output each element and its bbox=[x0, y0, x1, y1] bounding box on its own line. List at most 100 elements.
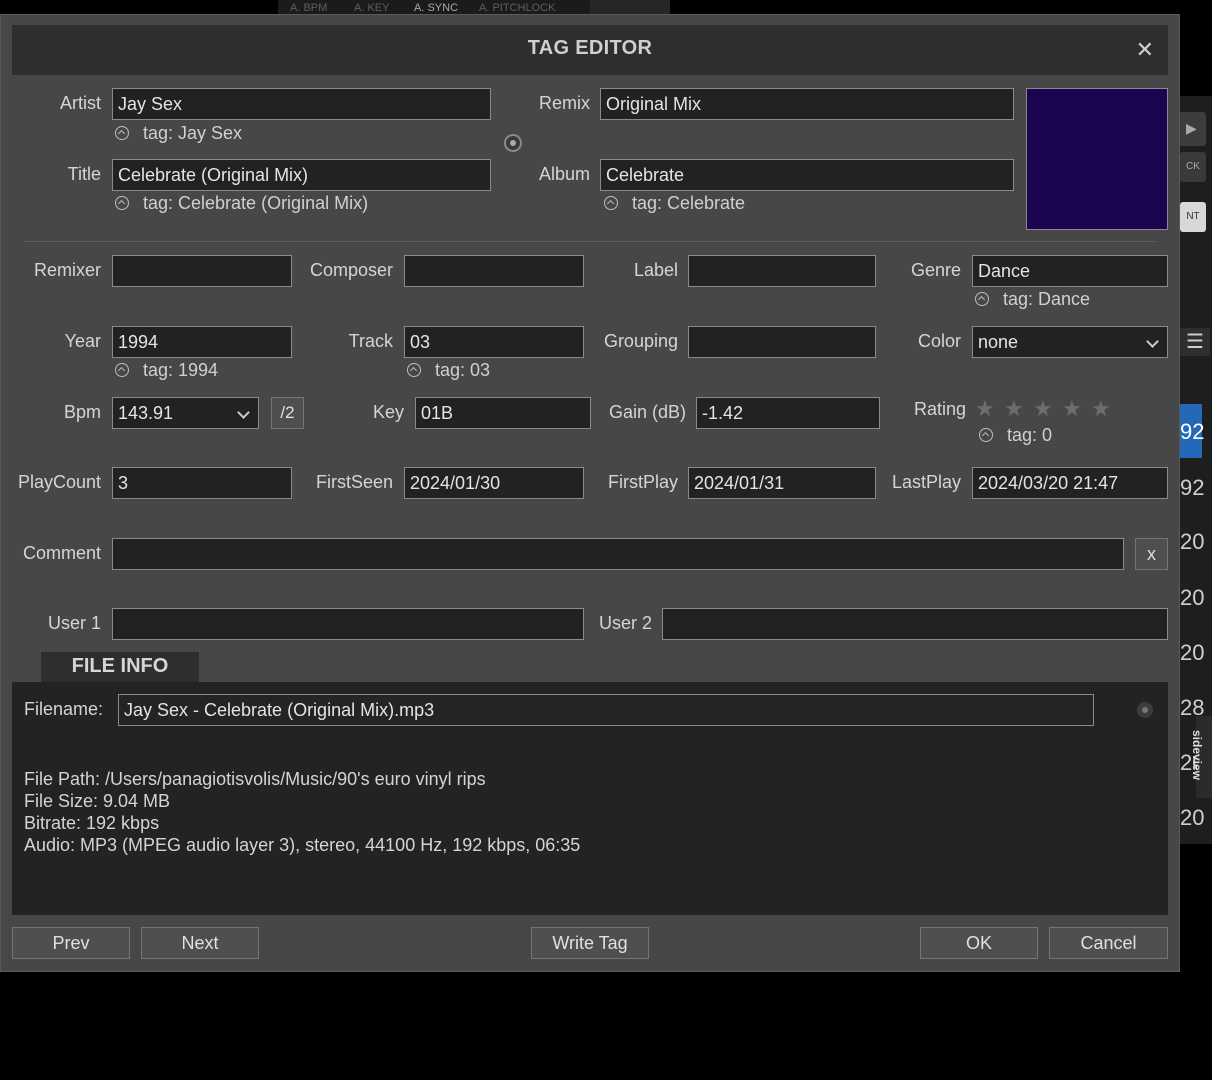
bpm-select[interactable]: 143.91 bbox=[112, 397, 259, 429]
clear-comment-button[interactable]: x bbox=[1135, 538, 1168, 570]
bg-cell: 20 bbox=[1180, 640, 1205, 665]
filename-label: Filename: bbox=[24, 699, 104, 719]
title-field[interactable]: Celebrate (Original Mix) bbox=[112, 159, 491, 191]
firstplay-label: FirstPlay bbox=[607, 472, 678, 492]
grouping-label: Grouping bbox=[603, 331, 678, 351]
file-info-tab[interactable]: FILE INFO bbox=[41, 652, 199, 684]
title-label: Title bbox=[67, 164, 101, 184]
star-icon[interactable]: ★ bbox=[975, 398, 995, 420]
album-label: Album bbox=[538, 164, 590, 184]
cancel-button[interactable]: Cancel bbox=[1049, 927, 1168, 959]
bg-cell: 20 bbox=[1180, 805, 1205, 830]
album-field[interactable]: Celebrate bbox=[600, 159, 1014, 191]
bg-cell: 20 bbox=[1180, 529, 1205, 554]
composer-field[interactable] bbox=[404, 255, 584, 287]
dialog-titlebar: TAG EDITOR ✕ bbox=[12, 25, 1168, 75]
sideview-tab[interactable]: sideview bbox=[1190, 716, 1212, 798]
composer-label: Composer bbox=[309, 260, 393, 280]
tag-apply-icon bbox=[115, 363, 129, 377]
ok-button[interactable]: OK bbox=[920, 927, 1038, 959]
user2-field[interactable] bbox=[662, 608, 1168, 640]
rating-tag[interactable]: tag: 0 bbox=[979, 424, 1052, 446]
track-tag[interactable]: tag: 03 bbox=[407, 359, 490, 381]
dialog-title: TAG EDITOR bbox=[527, 37, 653, 59]
tag-apply-icon bbox=[979, 428, 993, 442]
filename-field[interactable]: Jay Sex - Celebrate (Original Mix).mp3 bbox=[118, 694, 1094, 726]
label-label: Label bbox=[633, 260, 678, 280]
tag-apply-icon bbox=[115, 126, 129, 140]
bg-cell: 92 bbox=[1180, 419, 1205, 444]
half-bpm-button[interactable]: /2 bbox=[271, 397, 304, 429]
close-icon[interactable]: ✕ bbox=[1136, 37, 1154, 63]
year-label: Year bbox=[64, 331, 101, 351]
star-icon[interactable]: ★ bbox=[1062, 398, 1082, 420]
comment-label: Comment bbox=[22, 543, 101, 563]
star-icon[interactable]: ★ bbox=[1033, 398, 1053, 420]
remixer-field[interactable] bbox=[112, 255, 292, 287]
track-field[interactable]: 03 bbox=[404, 326, 584, 358]
bg-button-2: NT bbox=[1180, 202, 1206, 232]
user1-label: User 1 bbox=[47, 613, 101, 633]
file-path: File Path: /Users/panagiotisvolis/Music/… bbox=[24, 769, 486, 789]
remix-label: Remix bbox=[538, 93, 590, 113]
lastplay-field[interactable]: 2024/03/20 21:47 bbox=[972, 467, 1168, 499]
tag-apply-icon bbox=[115, 196, 129, 210]
album-tag[interactable]: tag: Celebrate bbox=[604, 192, 745, 214]
chevron-down-icon bbox=[237, 406, 250, 419]
label-field[interactable] bbox=[688, 255, 876, 287]
color-value: none bbox=[978, 332, 1019, 352]
bg-knob bbox=[590, 0, 670, 14]
write-tag-button[interactable]: Write Tag bbox=[531, 927, 649, 959]
separator bbox=[24, 241, 1156, 242]
grouping-field[interactable] bbox=[688, 326, 876, 358]
remixer-label: Remixer bbox=[33, 260, 101, 280]
key-field[interactable]: 01B bbox=[415, 397, 591, 429]
bg-list-icon: ☰ bbox=[1180, 328, 1210, 356]
firstseen-field[interactable]: 2024/01/30 bbox=[404, 467, 584, 499]
comment-field[interactable] bbox=[112, 538, 1124, 570]
bg-cell: 20 bbox=[1180, 585, 1205, 610]
user2-label: User 2 bbox=[598, 613, 652, 633]
color-select[interactable]: none bbox=[972, 326, 1168, 358]
firstseen-label: FirstSeen bbox=[315, 472, 393, 492]
gain-label: Gain (dB) bbox=[608, 402, 686, 422]
star-icon[interactable]: ★ bbox=[1091, 398, 1111, 420]
artwork[interactable] bbox=[1026, 88, 1168, 230]
year-tag[interactable]: tag: 1994 bbox=[115, 359, 218, 381]
genre-label: Genre bbox=[910, 260, 961, 280]
genre-tag[interactable]: tag: Dance bbox=[975, 288, 1090, 310]
track-label: Track bbox=[348, 331, 393, 351]
bg-bpm-label: A. BPM bbox=[290, 2, 328, 14]
artist-field[interactable]: Jay Sex bbox=[112, 88, 491, 120]
rating-stars[interactable]: ★ ★ ★ ★ ★ bbox=[975, 398, 1125, 422]
bg-pitchlock-label: A. PITCHLOCK bbox=[479, 2, 556, 14]
next-button[interactable]: Next bbox=[141, 927, 259, 959]
sideview-label: sideview bbox=[1190, 729, 1205, 781]
artist-label: Artist bbox=[59, 93, 101, 113]
playcount-field[interactable]: 3 bbox=[112, 467, 292, 499]
rating-label: Rating bbox=[913, 399, 966, 419]
swap-radio-icon[interactable] bbox=[504, 134, 522, 152]
firstplay-field[interactable]: 2024/01/31 bbox=[688, 467, 876, 499]
key-label: Key bbox=[372, 402, 404, 422]
color-label: Color bbox=[917, 331, 961, 351]
bg-key-label: A. KEY bbox=[354, 2, 390, 14]
chevron-down-icon bbox=[1146, 335, 1159, 348]
audio-info: Audio: MP3 (MPEG audio layer 3), stereo,… bbox=[24, 835, 581, 855]
bg-play-button: ▶ bbox=[1178, 112, 1206, 146]
title-tag[interactable]: tag: Celebrate (Original Mix) bbox=[115, 192, 368, 214]
year-field[interactable]: 1994 bbox=[112, 326, 292, 358]
lastplay-label: LastPlay bbox=[891, 472, 961, 492]
prev-button[interactable]: Prev bbox=[12, 927, 130, 959]
file-size: File Size: 9.04 MB bbox=[24, 791, 171, 811]
tag-apply-icon bbox=[604, 196, 618, 210]
bg-sync-label: A. SYNC bbox=[414, 2, 459, 14]
gain-field[interactable]: -1.42 bbox=[696, 397, 880, 429]
user1-field[interactable] bbox=[112, 608, 584, 640]
artist-tag[interactable]: tag: Jay Sex bbox=[115, 122, 242, 144]
genre-field[interactable]: Dance bbox=[972, 255, 1168, 287]
remix-field[interactable]: Original Mix bbox=[600, 88, 1014, 120]
tag-apply-icon bbox=[975, 292, 989, 306]
filename-radio-icon[interactable] bbox=[1137, 702, 1153, 718]
star-icon[interactable]: ★ bbox=[1004, 398, 1024, 420]
